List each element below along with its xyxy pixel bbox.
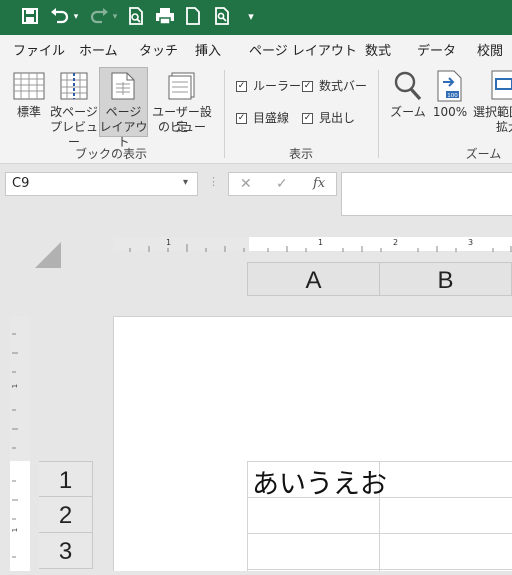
page-layout-label-1: ページ	[105, 105, 142, 119]
find-icon[interactable]	[212, 7, 232, 30]
cell-b3[interactable]	[380, 534, 512, 569]
tab-review[interactable]: 校閲	[477, 40, 503, 59]
ruler-label: ルーラー	[253, 79, 302, 93]
cell-b1[interactable]	[380, 462, 512, 497]
column-header-b[interactable]: B	[379, 262, 512, 296]
zoom-label: ズーム	[390, 105, 426, 119]
cell-a3[interactable]	[248, 534, 379, 569]
name-box[interactable]: C9 ▾	[5, 172, 198, 196]
redo-icon	[88, 7, 110, 30]
custom-views-button[interactable]	[168, 72, 196, 100]
enter-icon[interactable]: ✓	[276, 176, 288, 192]
zoom-selection-label-2: 拡大	[496, 120, 512, 134]
ruler-label: 1	[11, 383, 20, 389]
customize-qat-icon[interactable]: ▾	[244, 7, 258, 27]
ruler-checkbox[interactable]: ✓	[236, 81, 247, 92]
zoom-100-button[interactable]: 100	[437, 70, 463, 102]
workbook-views-group-label: ブックの表示	[74, 147, 147, 161]
undo-dropdown-icon[interactable]: ▾	[71, 7, 81, 27]
zoom-100-label: 100%	[432, 105, 468, 119]
headings-label: 見出し	[319, 111, 356, 125]
group-separator	[224, 70, 225, 158]
new-document-icon[interactable]	[183, 7, 203, 30]
tab-home[interactable]: ホーム	[79, 40, 118, 59]
tab-formulas[interactable]: 数式	[365, 40, 391, 59]
zoom-100-icon: 100	[437, 70, 462, 102]
tab-insert[interactable]: 挿入	[195, 40, 221, 59]
custom-views-label-2: のビュー	[157, 120, 206, 134]
formula-bar-label: 数式バー	[319, 79, 368, 93]
row-header-3[interactable]: 3	[39, 533, 93, 569]
show-group-label: 表示	[288, 147, 313, 161]
redo-dropdown-icon: ▾	[112, 12, 118, 22]
cancel-icon[interactable]: ✕	[240, 176, 252, 192]
tab-page-layout[interactable]: ページ レイアウト	[249, 40, 357, 59]
formula-buttons-box: ✕ ✓ fx	[228, 172, 337, 196]
normal-view-icon	[13, 72, 45, 100]
cell-a1[interactable]: あいうえお	[248, 462, 387, 500]
cell-a2[interactable]	[248, 498, 379, 533]
column-header-a[interactable]: A	[247, 262, 380, 296]
select-all-button[interactable]	[35, 242, 61, 268]
zoom-group-label: ズーム	[465, 147, 502, 161]
page-break-preview-icon	[60, 72, 88, 100]
zoom-selection-label-1: 選択範囲	[473, 105, 512, 119]
page-break-preview-button[interactable]	[60, 72, 88, 100]
name-box-dropdown-icon[interactable]: ▾	[183, 177, 188, 188]
tab-touch[interactable]: タッチ	[139, 40, 178, 59]
normal-view-button[interactable]	[13, 72, 45, 100]
headings-checkbox[interactable]: ✓	[302, 113, 313, 124]
gridlines-checkbox[interactable]: ✓	[236, 113, 247, 124]
gridlines-label: 目盛線	[253, 111, 290, 125]
svg-text:100: 100	[447, 93, 458, 99]
custom-views-icon	[168, 72, 195, 100]
name-box-value: C9	[12, 176, 30, 191]
row-header-2[interactable]: 2	[39, 497, 93, 533]
formula-bar-checkbox[interactable]: ✓	[302, 81, 313, 92]
formula-input[interactable]	[341, 172, 512, 216]
cell-a1-text: あいうえお	[252, 469, 387, 500]
zoom-to-selection-button[interactable]	[491, 70, 512, 102]
page-layout-icon	[111, 72, 135, 100]
cell-b2[interactable]	[380, 498, 512, 533]
print-preview-icon[interactable]	[126, 7, 146, 30]
group-separator	[378, 70, 379, 158]
print-icon[interactable]	[154, 7, 176, 30]
ruler-label: 1	[11, 527, 20, 533]
normal-view-label: 標準	[16, 105, 41, 119]
save-icon[interactable]	[19, 7, 41, 30]
tab-file[interactable]: ファイル	[13, 40, 65, 59]
page-break-preview-label-1: 改ページ	[50, 105, 98, 119]
insert-function-icon[interactable]: fx	[313, 176, 325, 191]
ruler-ticks	[113, 237, 512, 252]
vertical-ruler	[10, 316, 30, 571]
row-header-1[interactable]: 1	[39, 461, 93, 497]
zoom-selection-icon	[491, 70, 512, 100]
magnifier-icon	[394, 71, 422, 101]
zoom-button[interactable]	[393, 70, 423, 102]
tab-data[interactable]: データ	[417, 40, 456, 59]
formula-bar-splitter-icon[interactable]: ⋮	[208, 175, 219, 188]
undo-icon[interactable]	[49, 7, 71, 30]
quick-access-toolbar: ▾ ▾ ▾	[0, 0, 512, 35]
